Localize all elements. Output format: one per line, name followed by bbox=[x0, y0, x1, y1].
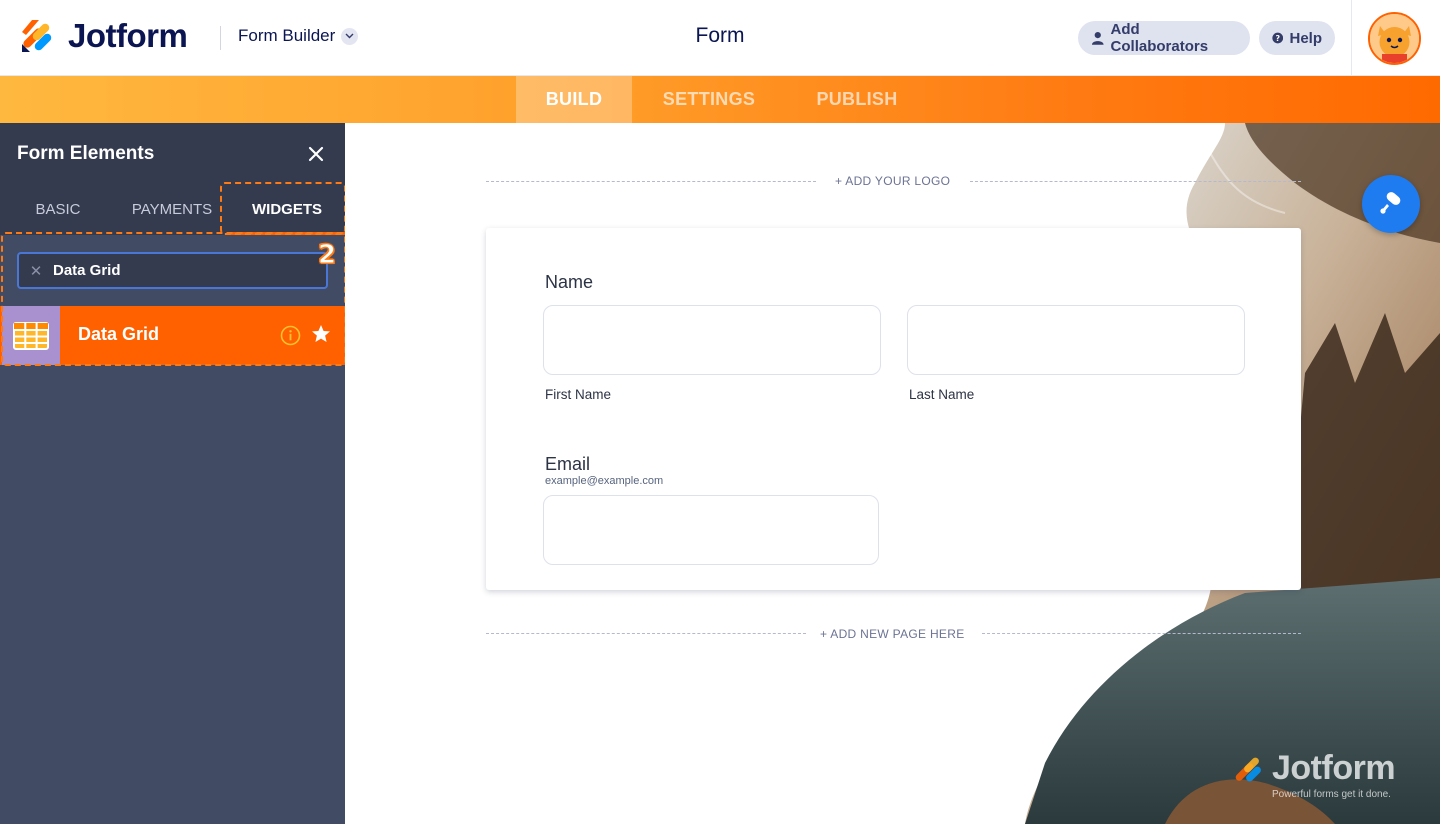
builder-switcher[interactable]: Form Builder bbox=[238, 26, 359, 46]
widget-search-input[interactable] bbox=[53, 262, 326, 279]
add-new-page-link[interactable]: + ADD NEW PAGE HERE bbox=[812, 627, 973, 641]
widget-search-box: ✕ bbox=[17, 252, 328, 289]
avatar-divider bbox=[1351, 0, 1352, 76]
paint-roller-icon bbox=[1380, 192, 1401, 214]
name-field-label[interactable]: Name bbox=[545, 272, 593, 293]
page-divider-right bbox=[982, 633, 1301, 634]
tab-publish[interactable]: PUBLISH bbox=[800, 76, 914, 123]
builder-tabs-bar: BUILD SETTINGS PUBLISH bbox=[0, 76, 1440, 123]
brand-name: Jotform bbox=[68, 17, 188, 54]
widget-result-data-grid[interactable]: Data Grid bbox=[0, 306, 345, 365]
email-field-label[interactable]: Email bbox=[545, 454, 590, 475]
jotform-logo[interactable] bbox=[20, 18, 54, 54]
email-input[interactable] bbox=[543, 495, 879, 565]
add-collaborators-label: Add Collaborators bbox=[1110, 21, 1209, 55]
watermark-brand: Jotform bbox=[1272, 749, 1396, 787]
email-hint: example@example.com bbox=[545, 475, 664, 487]
widget-result-label: Data Grid bbox=[78, 324, 160, 344]
info-icon[interactable] bbox=[280, 325, 301, 346]
first-name-sublabel: First Name bbox=[545, 387, 612, 402]
question-icon: ? bbox=[1272, 32, 1284, 44]
user-avatar[interactable] bbox=[1368, 12, 1421, 65]
help-button[interactable]: ? Help bbox=[1259, 21, 1335, 55]
logo-divider-right bbox=[970, 181, 1301, 182]
last-name-input[interactable] bbox=[907, 305, 1245, 375]
watermark-tagline: Powerful forms get it done. bbox=[1272, 789, 1391, 800]
svg-text:?: ? bbox=[1275, 34, 1280, 43]
help-label: Help bbox=[1289, 29, 1322, 47]
user-icon bbox=[1091, 32, 1104, 45]
logo-divider-left bbox=[486, 181, 816, 182]
tab-payments[interactable]: PAYMENTS bbox=[124, 183, 220, 235]
panel-header: Form Elements bbox=[0, 123, 345, 183]
form-card: Name First Name Last Name Email example@… bbox=[486, 228, 1301, 590]
form-canvas: + ADD YOUR LOGO Name First Name Last Nam… bbox=[345, 123, 1440, 824]
star-icon[interactable] bbox=[311, 324, 331, 344]
tutorial-step-badge: 2 bbox=[317, 240, 337, 271]
panel-title: Form Elements bbox=[17, 143, 155, 164]
clear-search-icon[interactable]: ✕ bbox=[19, 262, 53, 280]
close-icon[interactable] bbox=[305, 143, 327, 165]
tab-basic[interactable]: BASIC bbox=[14, 183, 102, 235]
tab-build[interactable]: BUILD bbox=[516, 76, 632, 123]
tab-widgets[interactable]: WIDGETS bbox=[229, 183, 345, 235]
element-category-tabs: BASIC PAYMENTS WIDGETS bbox=[0, 183, 345, 235]
chevron-down-icon bbox=[341, 27, 359, 45]
page-divider-left bbox=[486, 633, 806, 634]
form-elements-panel: Form Elements BASIC PAYMENTS WIDGETS bbox=[0, 123, 345, 824]
builder-label: Form Builder bbox=[238, 26, 336, 45]
grid-table-icon bbox=[2, 306, 60, 365]
first-name-input[interactable] bbox=[543, 305, 881, 375]
add-collaborators-button[interactable]: Add Collaborators bbox=[1078, 21, 1250, 55]
add-logo-link[interactable]: + ADD YOUR LOGO bbox=[827, 174, 959, 188]
jotform-watermark-logo bbox=[1235, 757, 1261, 782]
header-divider bbox=[220, 26, 221, 50]
last-name-sublabel: Last Name bbox=[909, 387, 975, 402]
tab-settings[interactable]: SETTINGS bbox=[642, 76, 776, 123]
form-designer-button[interactable] bbox=[1362, 175, 1420, 233]
top-header: Jotform Form Builder Form Add Collaborat… bbox=[0, 0, 1440, 76]
